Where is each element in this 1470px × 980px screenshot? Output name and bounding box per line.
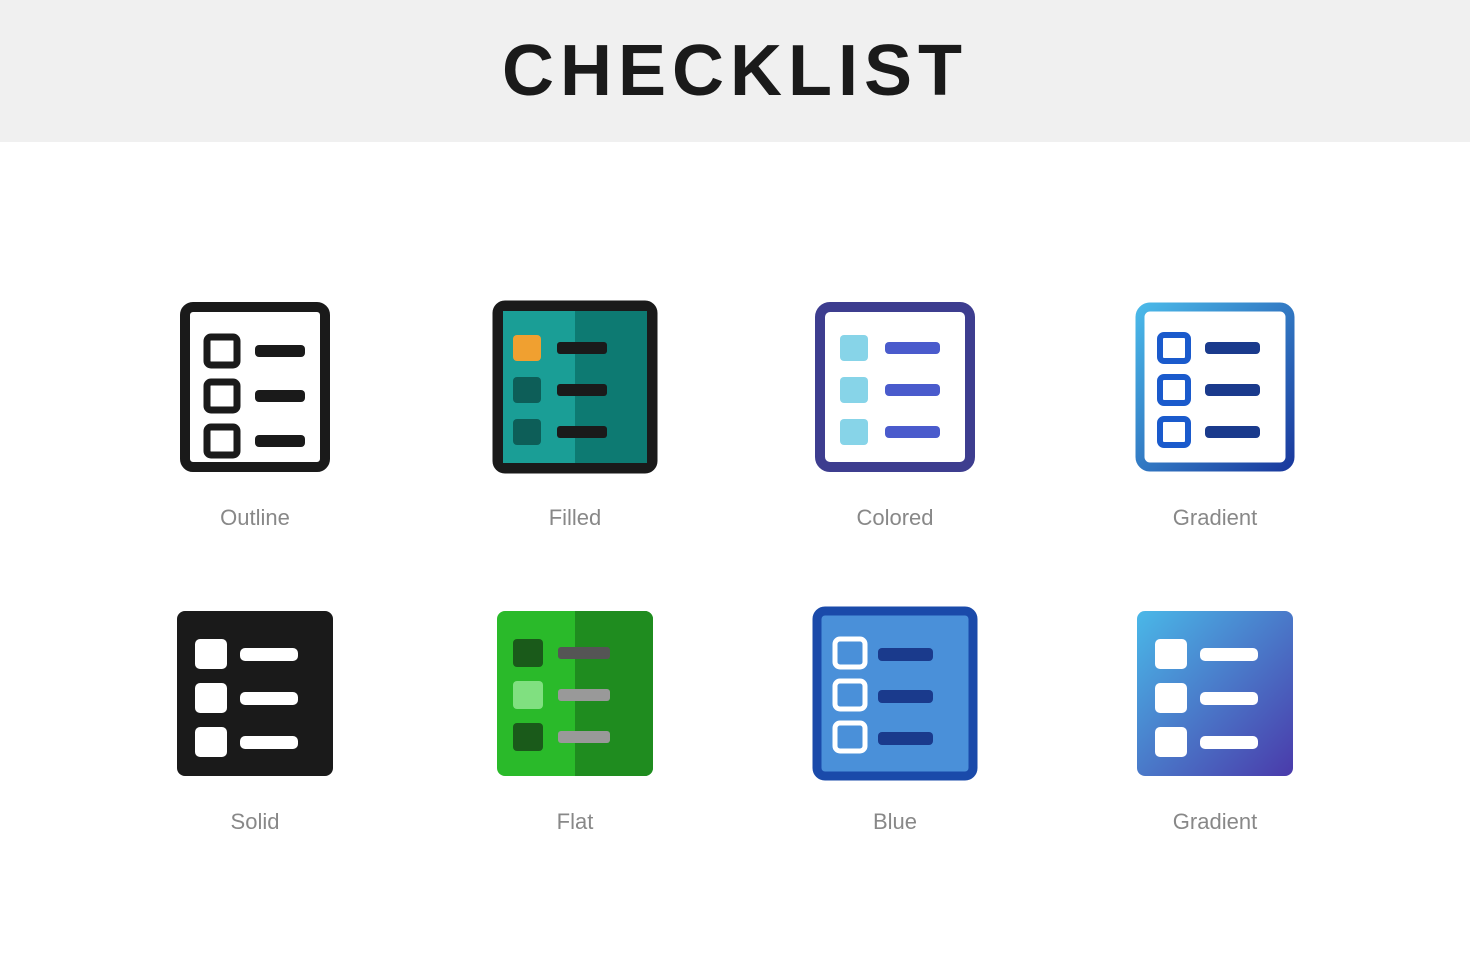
flat-icon: [475, 591, 675, 791]
main-content: Outline: [0, 142, 1470, 980]
icon-item-outline: Outline: [135, 287, 375, 531]
page-title: CHECKLIST: [0, 30, 1470, 112]
filled-label: Filled: [549, 505, 602, 531]
colored-icon: [795, 287, 995, 487]
gradient-top-icon: [1115, 287, 1315, 487]
icon-item-gradient-bottom: Gradient: [1095, 591, 1335, 835]
outline-icon: [155, 287, 355, 487]
icon-item-filled: Filled: [455, 287, 695, 531]
blue-icon: [795, 591, 995, 791]
blue-label: Blue: [873, 809, 917, 835]
gradient-bottom-icon: [1115, 591, 1315, 791]
icon-item-blue: Blue: [775, 591, 1015, 835]
colored-label: Colored: [856, 505, 933, 531]
icon-item-flat: Flat: [455, 591, 695, 835]
page-header: CHECKLIST: [0, 0, 1470, 142]
outline-label: Outline: [220, 505, 290, 531]
solid-icon: [155, 591, 355, 791]
icon-item-solid: Solid: [135, 591, 375, 835]
gradient-top-label: Gradient: [1173, 505, 1257, 531]
filled-icon: [475, 287, 675, 487]
icons-grid: Outline: [135, 287, 1335, 835]
icon-item-gradient-top: Gradient: [1095, 287, 1335, 531]
flat-label: Flat: [557, 809, 594, 835]
icon-item-colored: Colored: [775, 287, 1015, 531]
solid-label: Solid: [231, 809, 280, 835]
gradient-bottom-label: Gradient: [1173, 809, 1257, 835]
